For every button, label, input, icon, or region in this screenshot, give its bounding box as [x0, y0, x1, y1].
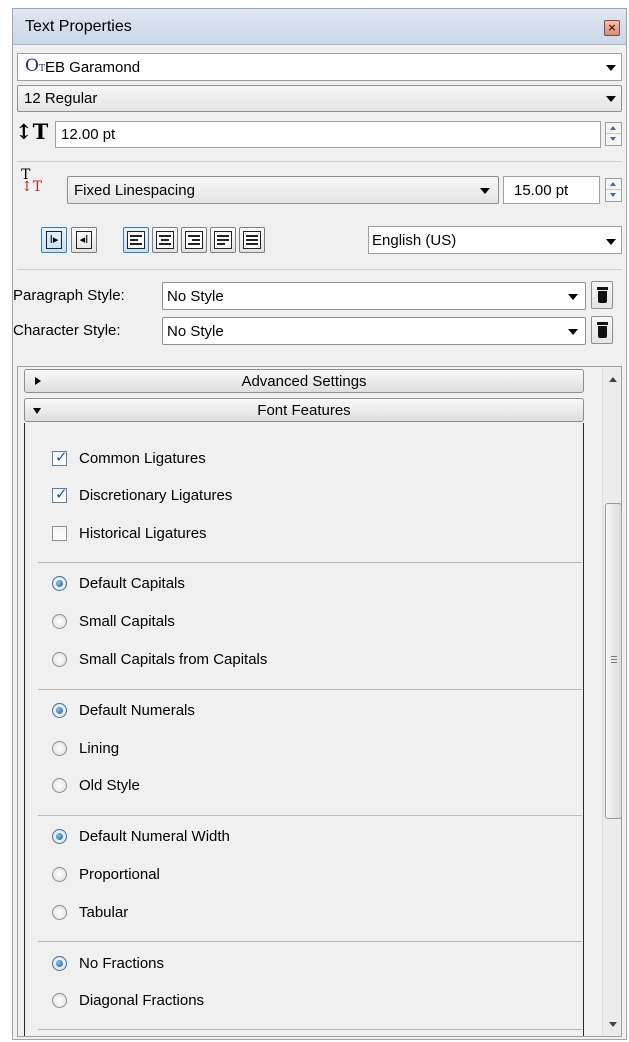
checkbox-icon — [52, 526, 67, 541]
close-icon[interactable]: × — [604, 20, 620, 36]
vertical-scrollbar[interactable] — [602, 367, 621, 1036]
divider — [38, 815, 582, 816]
divider — [17, 161, 622, 162]
font-size-spinner[interactable] — [605, 122, 622, 146]
divider — [38, 1029, 582, 1030]
trash-icon — [597, 287, 608, 303]
align-left-button[interactable] — [123, 227, 149, 253]
option-label: Diagonal Fractions — [79, 992, 205, 1009]
align-right-button[interactable] — [181, 227, 207, 253]
radio-icon — [52, 956, 67, 971]
radio-icon — [52, 741, 67, 756]
option-label: Old Style — [79, 777, 140, 794]
option-label: Tabular — [79, 904, 129, 921]
font-family-value: EB Garamond — [45, 59, 141, 76]
delete-character-style-button[interactable] — [591, 316, 613, 344]
settings-scroll-area[interactable]: Advanced Settings Font Features ✓ Common… — [17, 366, 622, 1037]
trash-icon — [597, 322, 608, 338]
advanced-settings-label: Advanced Settings — [241, 373, 367, 390]
checkbox-icon: ✓ — [52, 448, 68, 466]
language-value: English (US) — [372, 232, 457, 249]
paragraph-style-value: No Style — [167, 288, 224, 305]
divider — [38, 689, 582, 690]
option-label: Historical Ligatures — [79, 525, 207, 542]
line-spacing-input[interactable]: 15.00 pt — [503, 176, 600, 204]
font-style-combo[interactable]: 12 Regular — [17, 85, 622, 112]
radio-icon — [52, 703, 67, 718]
line-spacing-value: 15.00 pt — [514, 182, 569, 199]
option-label: Discretionary Ligatures — [79, 487, 233, 504]
rtl-direction-icon: ◂I — [76, 231, 92, 249]
option-label: Small Capitals — [79, 613, 175, 630]
rtl-direction-button[interactable]: ◂I — [71, 227, 97, 253]
font-size-icon: ↕T — [15, 119, 49, 144]
align-block-icon — [214, 231, 232, 249]
scroll-up-icon[interactable] — [609, 377, 617, 382]
align-forced-button[interactable] — [239, 227, 265, 253]
chevron-down-icon — [606, 65, 616, 71]
character-style-combo[interactable]: No Style — [162, 317, 586, 345]
radio-icon — [52, 576, 67, 591]
line-spacing-icon: T ↕T — [21, 167, 43, 195]
align-center-button[interactable] — [152, 227, 178, 253]
ltr-direction-button[interactable]: I▸ — [41, 227, 67, 253]
option-label: No Fractions — [79, 955, 165, 972]
text-properties-panel: Text Properties × OT EB Garamond 12 Regu… — [12, 8, 627, 1040]
radio-icon — [52, 829, 67, 844]
character-style-value: No Style — [167, 323, 224, 340]
font-style-value: 12 Regular — [24, 90, 98, 107]
radio-icon — [52, 993, 67, 1008]
align-forced-icon — [243, 231, 261, 249]
option-label: Common Ligatures — [79, 450, 206, 467]
divider — [38, 562, 582, 563]
divider — [17, 269, 622, 270]
font-features-header[interactable]: Font Features — [24, 398, 584, 422]
chevron-down-icon — [606, 239, 616, 245]
align-right-icon — [185, 231, 203, 249]
option-label: Proportional — [79, 866, 160, 883]
line-spacing-mode-value: Fixed Linespacing — [74, 182, 195, 199]
paragraph-style-combo[interactable]: No Style — [162, 282, 586, 310]
ltr-direction-icon: I▸ — [46, 231, 62, 249]
align-left-icon — [127, 231, 145, 249]
option-label: Small Capitals from Capitals — [79, 651, 268, 668]
character-style-label: Character Style: — [13, 322, 121, 339]
language-combo[interactable]: English (US) — [368, 226, 622, 254]
scrollbar-thumb[interactable] — [605, 503, 621, 819]
radio-icon — [52, 778, 67, 793]
scroll-down-icon[interactable] — [609, 1022, 617, 1027]
align-center-icon — [156, 231, 174, 249]
option-label: Default Numeral Width — [79, 828, 230, 845]
checkbox-icon: ✓ — [52, 485, 68, 503]
font-features-box — [24, 423, 584, 1036]
title-bar[interactable]: Text Properties × — [13, 9, 626, 45]
radio-icon — [52, 614, 67, 629]
option-label: Lining — [79, 740, 120, 757]
advanced-settings-header[interactable]: Advanced Settings — [24, 369, 584, 393]
font-features-label: Font Features — [257, 402, 351, 419]
align-block-button[interactable] — [210, 227, 236, 253]
opentype-font-icon: OT — [25, 56, 45, 76]
font-family-combo[interactable]: OT EB Garamond — [17, 53, 622, 81]
radio-icon — [52, 867, 67, 882]
radio-icon — [52, 652, 67, 667]
divider — [38, 941, 582, 942]
chevron-down-icon — [568, 294, 578, 300]
line-spacing-spinner[interactable] — [605, 178, 622, 202]
paragraph-style-label: Paragraph Style: — [13, 287, 125, 304]
font-size-input[interactable]: 12.00 pt — [55, 121, 601, 148]
chevron-down-icon — [480, 188, 490, 194]
chevron-down-icon — [606, 96, 616, 102]
panel-title: Text Properties — [25, 18, 132, 35]
delete-paragraph-style-button[interactable] — [591, 281, 613, 309]
line-spacing-mode-combo[interactable]: Fixed Linespacing — [67, 176, 499, 204]
option-label: Default Capitals — [79, 575, 185, 592]
chevron-down-icon — [568, 329, 578, 335]
font-size-value: 12.00 pt — [61, 126, 116, 143]
option-label: Default Numerals — [79, 702, 195, 719]
radio-icon — [52, 905, 67, 920]
